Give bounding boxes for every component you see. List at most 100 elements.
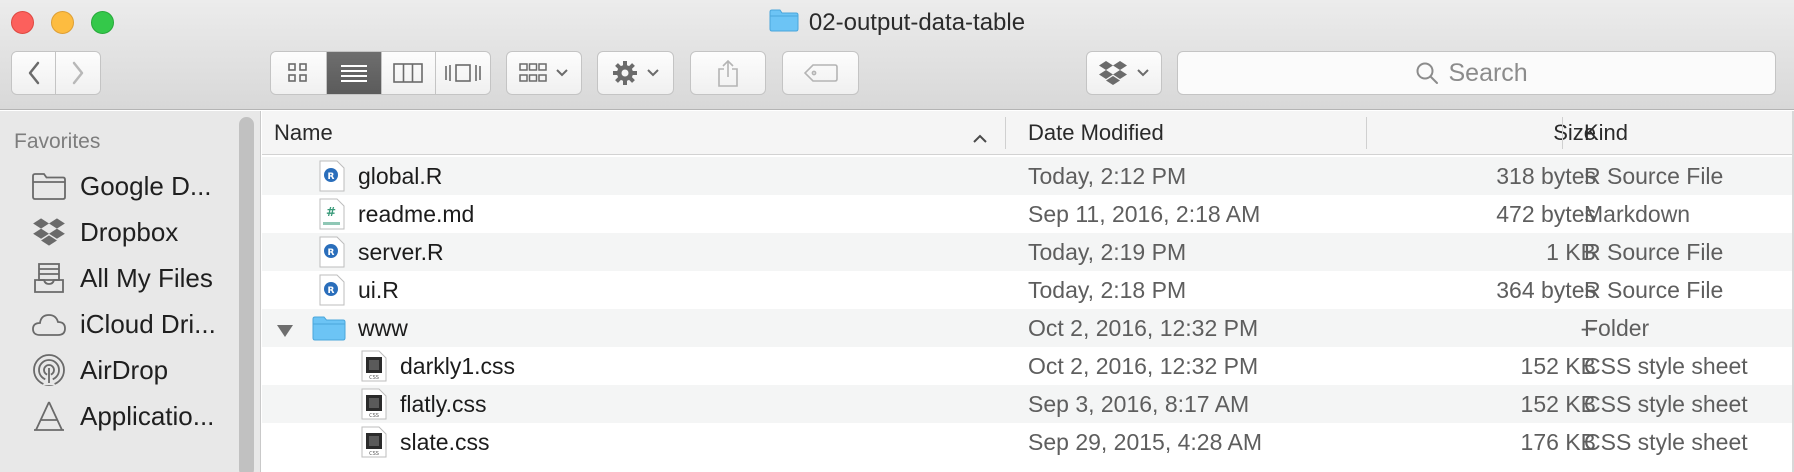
- grid-icon: [288, 63, 308, 82]
- sidebar-item-label: Dropbox: [80, 216, 179, 247]
- file-kind: CSS style sheet: [1584, 352, 1748, 379]
- chevron-left-icon: [28, 61, 39, 85]
- arrange-button[interactable]: [506, 51, 582, 95]
- column-divider[interactable]: [1005, 117, 1006, 149]
- file-name: global.R: [358, 162, 443, 189]
- svg-text:CSS: CSS: [369, 375, 379, 381]
- file-date: Today, 2:18 PM: [1028, 276, 1187, 303]
- folder-icon: [312, 315, 346, 341]
- file-row-darkly1-css[interactable]: CSS darkly1.css Oct 2, 2016, 12:32 PM 15…: [262, 347, 1794, 385]
- sidebar-heading: Favorites: [14, 130, 101, 153]
- file-name: ui.R: [358, 276, 399, 303]
- folder-icon: [31, 169, 67, 203]
- column-header-name[interactable]: Name: [274, 111, 333, 155]
- sidebar: Favorites Google D... Dropbox All My Fil…: [0, 111, 261, 472]
- svg-text:CSS: CSS: [369, 451, 379, 457]
- file-row-ui-r[interactable]: R ui.R Today, 2:18 PM 364 bytes R Source…: [262, 271, 1794, 309]
- sidebar-item-label: AirDrop: [80, 354, 169, 385]
- all-files-icon: [31, 261, 67, 295]
- view-mode-control: [270, 51, 491, 95]
- css-file-icon: CSS: [361, 426, 387, 458]
- file-row-server-r[interactable]: R server.R Today, 2:19 PM 1 KB R Source …: [262, 233, 1794, 271]
- forward-button[interactable]: [56, 52, 100, 94]
- file-date: Oct 2, 2016, 12:32 PM: [1028, 314, 1259, 341]
- file-kind: CSS style sheet: [1584, 428, 1748, 455]
- file-name: readme.md: [358, 200, 475, 227]
- file-list: Name Date Modified Size Kind R global.R …: [262, 111, 1794, 472]
- column-header-row: Name Date Modified Size Kind: [262, 111, 1794, 155]
- file-kind: R Source File: [1584, 162, 1724, 189]
- tags-button[interactable]: [782, 51, 859, 95]
- column-header-kind[interactable]: Kind: [1584, 111, 1628, 155]
- markdown-file-icon: #: [319, 198, 345, 230]
- file-name: flatly.css: [400, 390, 487, 417]
- sidebar-scrollbar[interactable]: [239, 117, 254, 472]
- sidebar-item-google-drive[interactable]: Google D...: [0, 161, 240, 211]
- file-kind: R Source File: [1584, 238, 1724, 265]
- css-file-icon: CSS: [361, 388, 387, 420]
- applications-icon: [31, 399, 67, 433]
- column-view-button[interactable]: [382, 52, 436, 94]
- sidebar-item-all-my-files[interactable]: All My Files: [0, 253, 240, 303]
- file-row-slate-css[interactable]: CSS slate.css Sep 29, 2015, 4:28 AM 176 …: [262, 423, 1794, 461]
- chevron-down-icon: [646, 69, 659, 77]
- column-header-date-modified[interactable]: Date Modified: [1028, 111, 1164, 155]
- file-row-www-folder[interactable]: www Oct 2, 2016, 12:32 PM -- Folder: [262, 309, 1794, 347]
- dropbox-toolbar-button[interactable]: [1086, 51, 1162, 95]
- chevron-down-icon: [556, 69, 568, 77]
- cover-flow-icon: [444, 64, 481, 82]
- action-button[interactable]: [597, 51, 674, 95]
- file-kind: Folder: [1584, 314, 1650, 341]
- file-name: darkly1.css: [400, 352, 516, 379]
- file-row-flatly-css[interactable]: CSS flatly.css Sep 3, 2016, 8:17 AM 152 …: [262, 385, 1794, 423]
- svg-text:R: R: [328, 286, 335, 296]
- window-title-text: 02-output-data-table: [808, 9, 1026, 36]
- r-file-icon: R: [319, 236, 345, 268]
- file-date: Oct 2, 2016, 12:32 PM: [1028, 352, 1259, 379]
- file-size: 152 KB: [1520, 352, 1596, 379]
- disclosure-triangle-expanded-icon[interactable]: [276, 318, 294, 345]
- arrange-grid-icon: [519, 63, 547, 82]
- file-date: Sep 3, 2016, 8:17 AM: [1028, 390, 1250, 417]
- sidebar-item-label: Google D...: [80, 170, 212, 201]
- file-kind: Markdown: [1584, 200, 1691, 227]
- sidebar-item-icloud-drive[interactable]: iCloud Dri...: [0, 299, 240, 349]
- columns-icon: [393, 63, 424, 83]
- cover-flow-view-button[interactable]: [435, 52, 490, 94]
- tag-icon: [803, 64, 838, 82]
- window-title: 02-output-data-table: [0, 8, 1794, 38]
- svg-text:#: #: [326, 205, 336, 219]
- file-kind: R Source File: [1584, 276, 1724, 303]
- back-button[interactable]: [12, 52, 57, 94]
- search-input[interactable]: [1448, 58, 1539, 88]
- sidebar-item-airdrop[interactable]: AirDrop: [0, 345, 240, 395]
- file-size: 152 KB: [1520, 390, 1596, 417]
- r-file-icon: R: [319, 274, 345, 306]
- sidebar-item-applications[interactable]: Applicatio...: [0, 391, 240, 441]
- file-date: Sep 11, 2016, 2:18 AM: [1028, 200, 1261, 227]
- share-button[interactable]: [690, 51, 766, 95]
- icon-view-button[interactable]: [271, 52, 327, 94]
- file-size: 1 KB: [1546, 238, 1596, 265]
- file-row-global-r[interactable]: R global.R Today, 2:12 PM 318 bytes R So…: [262, 157, 1794, 195]
- r-file-icon: R: [319, 160, 345, 192]
- cloud-icon: [31, 307, 67, 341]
- list-view-button[interactable]: [326, 52, 382, 94]
- file-size: 176 KB: [1520, 428, 1596, 455]
- file-row-readme-md[interactable]: # readme.md Sep 11, 2016, 2:18 AM 472 by…: [262, 195, 1794, 233]
- list-icon: [340, 65, 367, 82]
- share-icon: [718, 59, 738, 87]
- column-divider[interactable]: [1562, 117, 1563, 149]
- sidebar-item-dropbox[interactable]: Dropbox: [0, 207, 240, 257]
- dropbox-icon: [31, 215, 67, 249]
- search-field[interactable]: [1177, 51, 1776, 95]
- file-size: 472 bytes: [1496, 200, 1596, 227]
- file-date: Today, 2:12 PM: [1028, 162, 1187, 189]
- svg-text:R: R: [328, 248, 335, 258]
- airdrop-icon: [31, 353, 67, 387]
- chevron-down-icon: [1137, 69, 1149, 77]
- file-size: --: [1580, 314, 1596, 341]
- sort-ascending-icon: [972, 125, 988, 151]
- dropbox-icon: [1099, 61, 1127, 85]
- css-file-icon: CSS: [361, 350, 387, 382]
